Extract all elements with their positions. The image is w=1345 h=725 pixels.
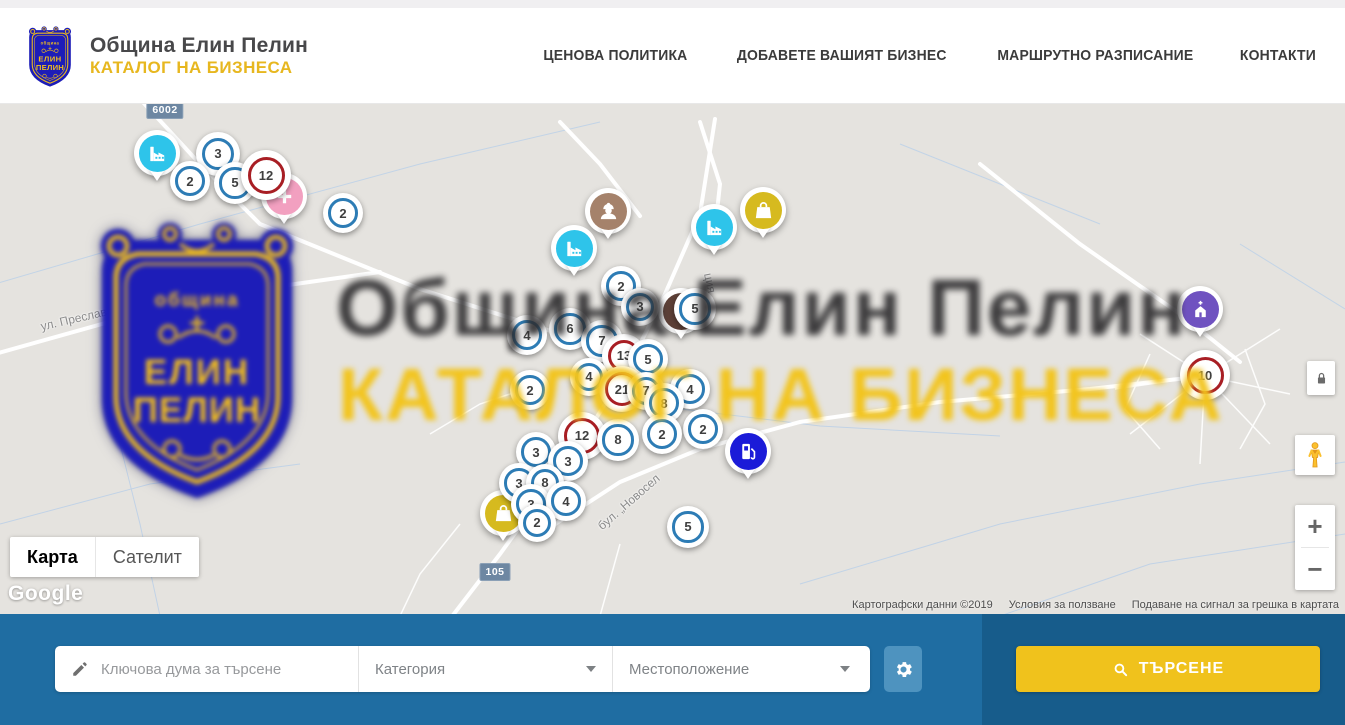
map-type-satellite-button[interactable]: Сателит bbox=[95, 537, 199, 577]
map-cluster-marker[interactable]: 12 bbox=[241, 150, 291, 200]
road-badge: 105 bbox=[479, 563, 510, 581]
map-type-map-button[interactable]: Карта bbox=[10, 537, 95, 577]
cluster-count: 4 bbox=[562, 494, 569, 509]
keyword-section bbox=[55, 646, 358, 692]
road-badge: 6002 bbox=[146, 104, 183, 119]
chevron-down-icon bbox=[840, 666, 850, 672]
nav-item-1[interactable]: ЦЕНОВА ПОЛИТИКА bbox=[544, 47, 688, 64]
location-select[interactable]: Местоположение bbox=[612, 646, 866, 692]
attribution-text: Картографски данни ©2019 bbox=[852, 599, 993, 611]
advanced-search-button[interactable] bbox=[884, 646, 922, 692]
attribution-link-1[interactable]: Условия за ползване bbox=[1009, 599, 1116, 611]
site-subtitle: КАТАЛОГ НА БИЗНЕСА bbox=[90, 58, 308, 78]
lock-button[interactable] bbox=[1307, 361, 1335, 395]
search-pill: Категория Местоположение bbox=[55, 646, 870, 692]
zoom-out-button[interactable]: − bbox=[1295, 548, 1335, 590]
category-select[interactable]: Категория bbox=[358, 646, 612, 692]
google-logo: Google bbox=[8, 582, 83, 606]
zoom-in-button[interactable]: + bbox=[1295, 505, 1335, 547]
search-button[interactable]: ТЪРСЕНЕ bbox=[1016, 646, 1320, 692]
lock-icon bbox=[1313, 370, 1330, 387]
map-pin-factory[interactable] bbox=[691, 204, 737, 250]
gear-icon bbox=[893, 659, 914, 680]
map-cluster-marker[interactable]: 2 bbox=[323, 193, 363, 233]
pencil-icon bbox=[71, 660, 89, 678]
nav-item-2[interactable]: ДОБАВЕТЕ ВАШИЯТ БИЗНЕС bbox=[737, 47, 947, 64]
attribution-link-2[interactable]: Подаване на сигнал за грешка в картата bbox=[1132, 599, 1339, 611]
site-header: Община Елин Пелин КАТАЛОГ НА БИЗНЕСА ЦЕН… bbox=[0, 8, 1345, 104]
keyword-input[interactable] bbox=[101, 661, 346, 678]
site-title: Община Елин Пелин bbox=[90, 34, 308, 58]
map-pin-worker[interactable] bbox=[585, 188, 631, 234]
fuel-icon bbox=[730, 433, 767, 470]
cluster-ring: 2 bbox=[175, 166, 205, 196]
cluster-count: 2 bbox=[339, 206, 346, 221]
main-nav: ЦЕНОВА ПОЛИТИКА ДОБАВЕТЕ ВАШИЯТ БИЗНЕС МАР… bbox=[538, 47, 1319, 64]
municipality-emblem-logo bbox=[24, 24, 76, 88]
factory-icon bbox=[696, 209, 733, 246]
cluster-ring: 5 bbox=[672, 511, 703, 542]
pegman-icon bbox=[1303, 441, 1327, 469]
map-cluster-marker[interactable]: 2 bbox=[518, 504, 556, 542]
cluster-count: 3 bbox=[532, 445, 539, 460]
cluster-count: 2 bbox=[533, 515, 540, 530]
bag-icon bbox=[745, 192, 782, 229]
cluster-ring: 4 bbox=[551, 486, 581, 516]
cluster-ring: 3 bbox=[521, 437, 551, 467]
cluster-count: 5 bbox=[231, 175, 238, 190]
nav-item-3[interactable]: МАРШРУТНО РАЗПИСАНИЕ bbox=[998, 47, 1194, 64]
search-bar: Категория Местоположение ТЪРСЕНЕ bbox=[0, 614, 1345, 725]
cluster-ring: 2 bbox=[328, 198, 358, 228]
location-select-label: Местоположение bbox=[629, 661, 749, 678]
map-cluster-marker[interactable]: 5 bbox=[667, 506, 709, 548]
map-pin-bag[interactable] bbox=[740, 187, 786, 233]
watermark-subtitle: КАТАЛОГ НА БИЗНЕСА bbox=[338, 352, 1224, 437]
factory-icon bbox=[556, 230, 593, 267]
nav-item-4[interactable]: КОНТАКТИ bbox=[1240, 47, 1316, 64]
watermark-emblem bbox=[82, 212, 312, 504]
google-map[interactable]: ул. Преславбул. „Новоселция6002105325122… bbox=[0, 104, 1345, 614]
factory-icon bbox=[139, 135, 176, 172]
cluster-count: 3 bbox=[214, 146, 221, 161]
zoom-control: + − bbox=[1295, 505, 1335, 590]
cluster-ring: 2 bbox=[523, 509, 551, 537]
chevron-down-icon bbox=[586, 666, 596, 672]
category-select-label: Категория bbox=[375, 661, 445, 678]
map-type-control: Карта Сателит bbox=[10, 537, 199, 577]
map-cluster-marker[interactable]: 2 bbox=[170, 161, 210, 201]
cluster-count: 12 bbox=[259, 168, 273, 183]
map-attribution: Картографски данни ©2019 Условия за ползв… bbox=[852, 599, 1339, 611]
site-logo[interactable]: Община Елин Пелин КАТАЛОГ НА БИЗНЕСА bbox=[24, 24, 308, 88]
worker-icon bbox=[590, 193, 627, 230]
search-button-label: ТЪРСЕНЕ bbox=[1139, 660, 1224, 678]
search-icon bbox=[1112, 661, 1129, 678]
watermark-title: Община Елин Пелин bbox=[336, 262, 1188, 354]
street-view-pegman-button[interactable] bbox=[1295, 435, 1335, 475]
cluster-count: 3 bbox=[564, 454, 571, 469]
cluster-ring: 12 bbox=[248, 157, 285, 194]
cluster-count: 2 bbox=[186, 174, 193, 189]
cluster-count: 5 bbox=[684, 519, 691, 534]
